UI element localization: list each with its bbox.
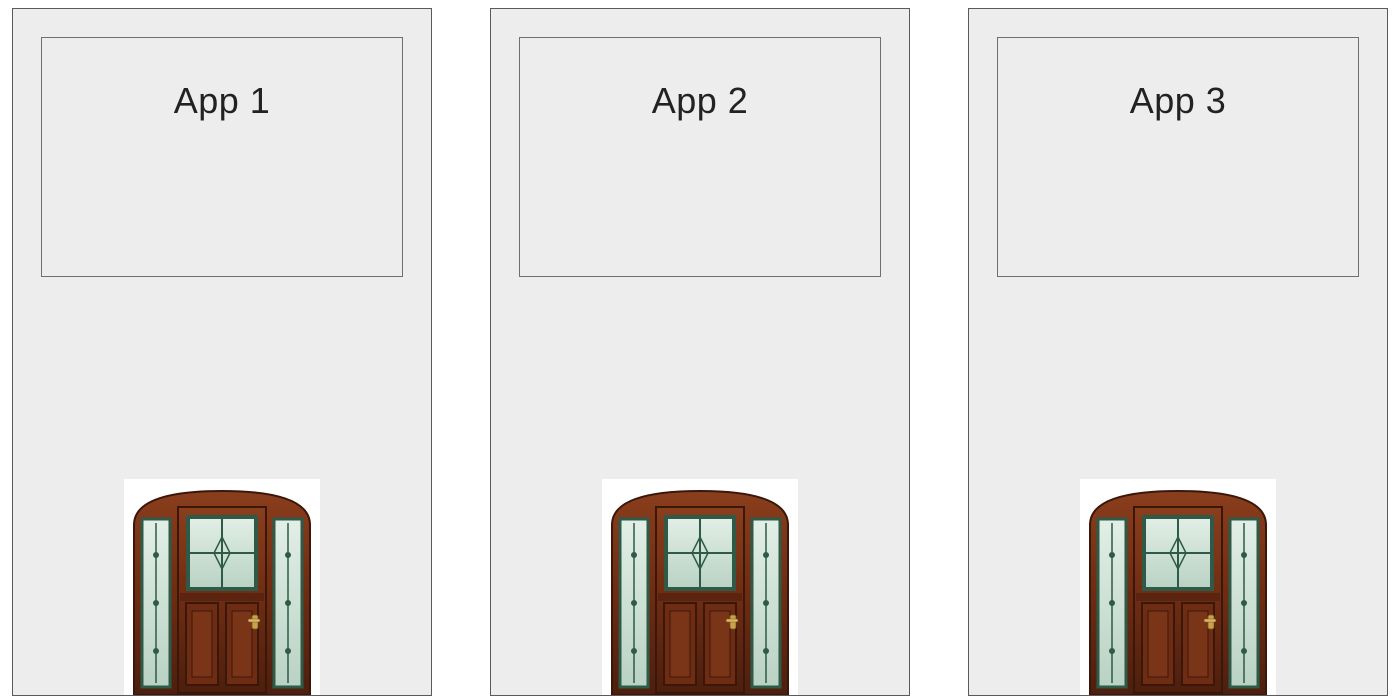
app-label: App 1: [174, 80, 271, 122]
diagram-stage: App 1: [0, 0, 1400, 696]
door-svg: [608, 485, 792, 695]
door-icon: [1080, 479, 1276, 695]
app-label-box: App 1: [41, 37, 403, 277]
app-panel-2: App 2: [490, 8, 910, 696]
door-svg: [1086, 485, 1270, 695]
door-svg: [130, 485, 314, 695]
app-label: App 3: [1130, 80, 1227, 122]
door-icon: [124, 479, 320, 695]
door-icon: [602, 479, 798, 695]
app-label-box: App 2: [519, 37, 881, 277]
app-panel-1: App 1: [12, 8, 432, 696]
app-label-box: App 3: [997, 37, 1359, 277]
app-panel-3: App 3: [968, 8, 1388, 696]
app-label: App 2: [652, 80, 749, 122]
